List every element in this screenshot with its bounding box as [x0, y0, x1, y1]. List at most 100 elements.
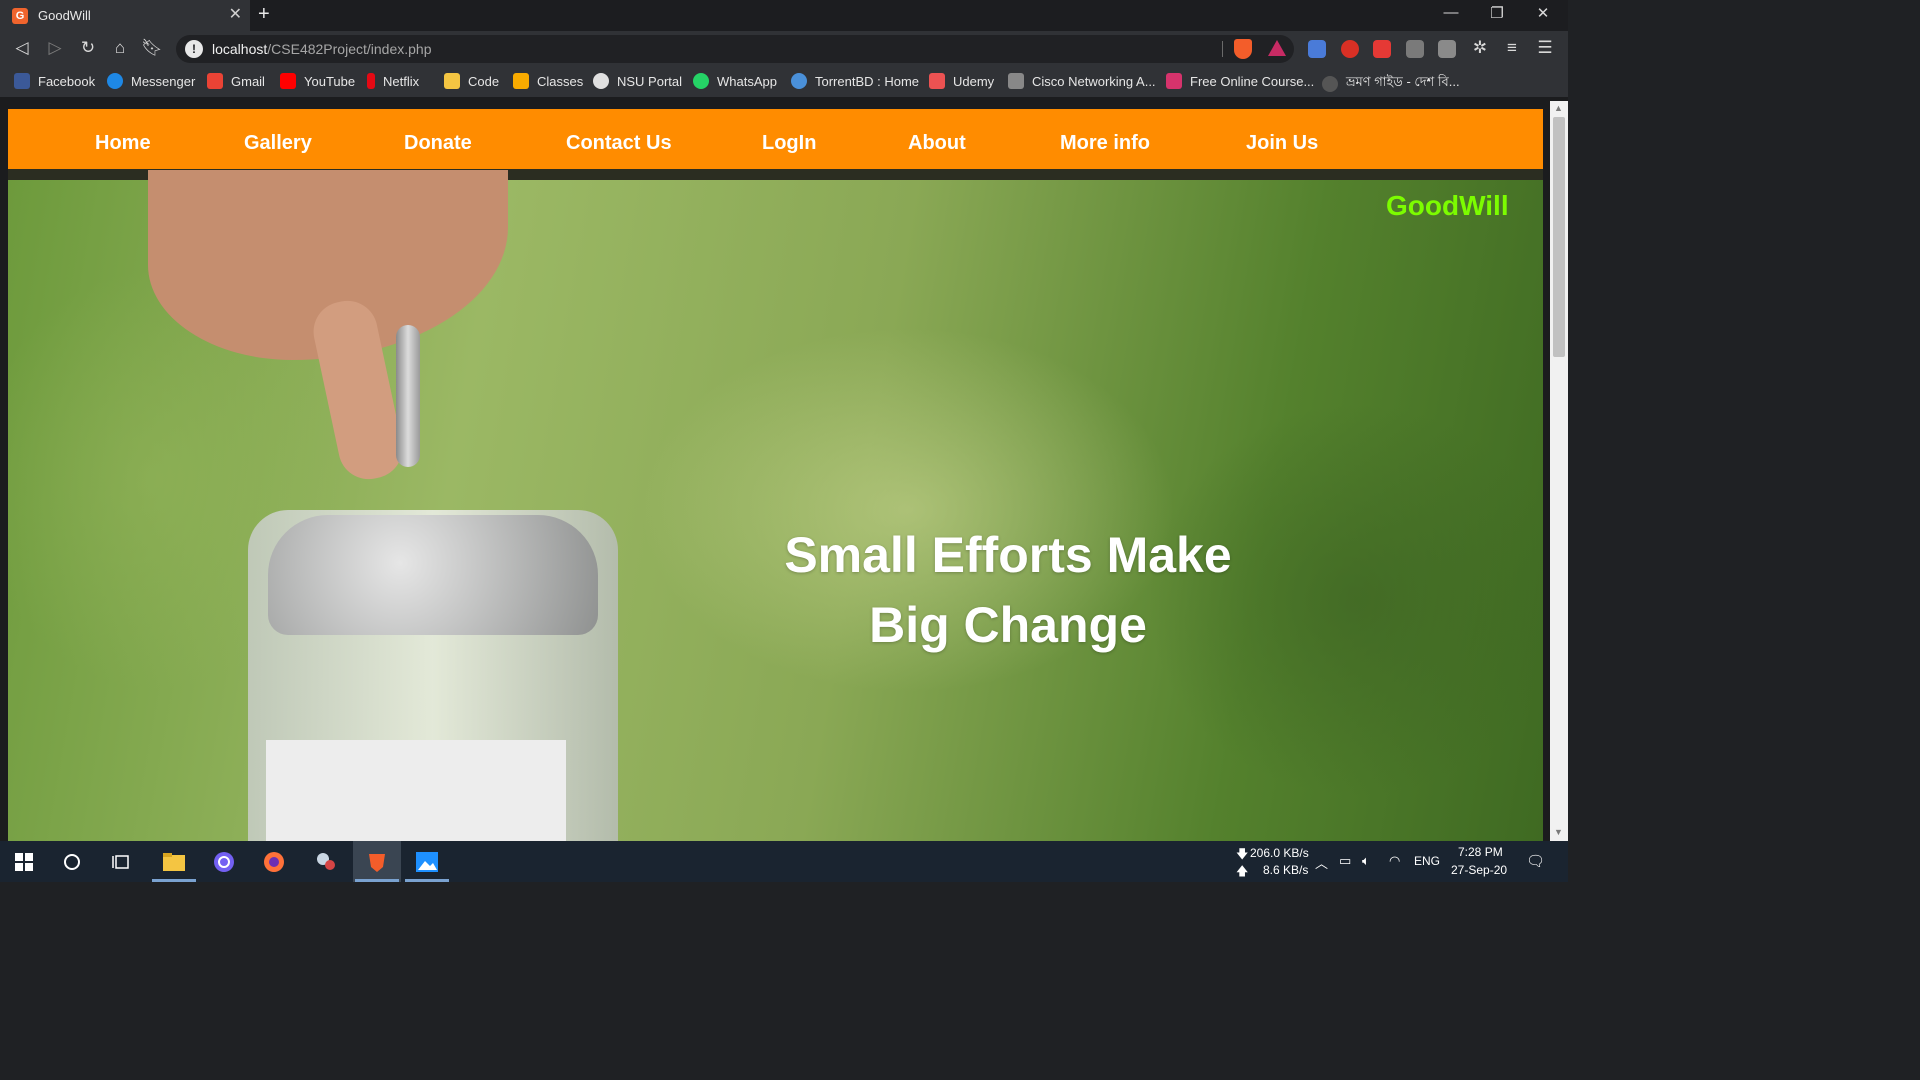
- bookmark-netflix[interactable]: Netflix: [367, 73, 419, 89]
- search-button[interactable]: [48, 841, 96, 882]
- nav-donate[interactable]: Donate: [404, 132, 472, 155]
- volume-icon[interactable]: 🔈︎: [1362, 853, 1370, 869]
- bookmark-torrentbd[interactable]: TorrentBD : Home: [791, 73, 919, 89]
- folder-icon: [163, 852, 185, 871]
- restore-icon[interactable]: ❐: [1474, 4, 1520, 22]
- brave-rewards-icon[interactable]: [1268, 40, 1286, 56]
- taskbar-snipping-tool[interactable]: [302, 841, 350, 882]
- udemy-icon: [929, 73, 945, 89]
- tab-goodwill[interactable]: G GoodWill ✕: [0, 0, 250, 31]
- back-icon[interactable]: ◁: [10, 38, 34, 58]
- hero-banner: GoodWill Small Efforts Make Big Change: [8, 170, 1543, 841]
- whatsapp-icon: [693, 73, 709, 89]
- bookmark-udemy[interactable]: Udemy: [929, 73, 994, 89]
- brave-shield-icon[interactable]: [1234, 39, 1252, 59]
- photos-icon: [416, 851, 438, 872]
- site-navbar: Home Gallery Donate Contact Us LogIn Abo…: [8, 109, 1543, 169]
- torrentbd-icon: [791, 73, 807, 89]
- nav-join-us[interactable]: Join Us: [1246, 132, 1318, 155]
- nav-more-info[interactable]: More info: [1060, 132, 1150, 155]
- taskbar-photos[interactable]: [403, 841, 451, 882]
- facebook-icon: [14, 73, 30, 89]
- scroll-down-icon[interactable]: ▼: [1554, 827, 1563, 837]
- battery-icon[interactable]: ▭: [1339, 853, 1351, 869]
- youtube-icon: [280, 73, 296, 89]
- jar-label-illustration: [266, 740, 566, 841]
- language-indicator[interactable]: ENG: [1414, 854, 1440, 868]
- address-bar[interactable]: ! localhost/CSE482Project/index.php: [176, 35, 1294, 63]
- address-bar-divider: [1222, 41, 1223, 57]
- download-ext-icon[interactable]: [1438, 40, 1456, 58]
- messenger-icon: [107, 73, 123, 89]
- classroom-icon: [513, 73, 529, 89]
- cisco-icon: [1008, 73, 1024, 89]
- start-button[interactable]: [0, 841, 48, 882]
- bookmark-nsu-portal[interactable]: NSU Portal: [593, 73, 682, 89]
- browser-titlebar: G GoodWill ✕ + — ❐ ✕: [0, 0, 1568, 31]
- folder-icon: [444, 73, 460, 89]
- bookmark-gmail[interactable]: Gmail: [207, 73, 265, 89]
- bookmark-icon[interactable]: 🔖︎: [140, 38, 164, 58]
- globe-icon: [593, 73, 609, 89]
- clock-time[interactable]: 7:28 PM: [1458, 845, 1503, 859]
- nav-home[interactable]: Home: [95, 132, 151, 155]
- site-info-icon[interactable]: !: [185, 40, 203, 58]
- nav-login[interactable]: LogIn: [762, 132, 816, 155]
- media-playlist-icon[interactable]: ≡: [1500, 38, 1524, 58]
- clock-date[interactable]: 27-Sep-20: [1451, 863, 1507, 877]
- google-translate-icon[interactable]: [1308, 40, 1326, 58]
- scroll-up-icon[interactable]: ▲: [1554, 103, 1563, 113]
- course-icon: [1166, 73, 1182, 89]
- menu-icon[interactable]: ☰: [1533, 38, 1557, 58]
- tab-close-icon[interactable]: ✕: [229, 6, 242, 24]
- tab-favicon-icon: G: [12, 7, 28, 24]
- copy-ext-icon[interactable]: [1406, 40, 1424, 58]
- firefox-icon: [264, 851, 284, 872]
- brave-lion-icon: [369, 853, 385, 872]
- reload-icon[interactable]: ↻: [76, 38, 100, 58]
- video-ext-icon[interactable]: [1373, 40, 1391, 58]
- minimize-icon[interactable]: —: [1428, 4, 1474, 21]
- net-up-speed: 8.6 KB/s: [1263, 863, 1309, 877]
- task-view-icon: [112, 854, 129, 869]
- extensions-puzzle-icon[interactable]: ✲: [1468, 38, 1492, 58]
- webpage: Home Gallery Donate Contact Us LogIn Abo…: [8, 109, 1543, 841]
- home-icon[interactable]: ⌂: [108, 38, 132, 58]
- scroll-thumb[interactable]: [1553, 117, 1565, 357]
- browser-toolbar: ◁ ▷ ↻ ⌂ 🔖︎ ! localhost/CSE482Project/ind…: [0, 31, 1568, 67]
- adblock-icon[interactable]: [1341, 40, 1359, 58]
- show-hidden-icons-chevron-icon[interactable]: ︿: [1315, 853, 1328, 872]
- new-tab-button[interactable]: +: [258, 3, 270, 26]
- wifi-icon[interactable]: ◠: [1389, 853, 1400, 869]
- nav-contact-us[interactable]: Contact Us: [566, 132, 672, 155]
- gmail-icon: [207, 73, 223, 89]
- map-pin-icon: [1322, 75, 1338, 92]
- bookmark-messenger[interactable]: Messenger: [107, 73, 195, 89]
- bookmark-youtube[interactable]: YouTube: [280, 73, 355, 89]
- snipping-tool-icon: [317, 852, 335, 870]
- bookmark-whatsapp[interactable]: WhatsApp: [693, 73, 777, 89]
- brand-logo[interactable]: GoodWill: [1386, 190, 1509, 222]
- bookmark-travel-guide[interactable]: ভ্রমণ গাইড - দেশ বি...: [1322, 73, 1460, 94]
- netflix-icon: [367, 73, 375, 89]
- nav-about[interactable]: About: [908, 132, 966, 155]
- taskbar-firefox[interactable]: [250, 841, 298, 882]
- bookmark-free-online-course[interactable]: Free Online Course...: [1166, 73, 1314, 89]
- taskbar-file-explorer[interactable]: [150, 841, 198, 882]
- task-view-button[interactable]: [98, 841, 146, 882]
- bookmark-facebook[interactable]: Facebook: [14, 73, 95, 89]
- forward-icon[interactable]: ▷: [43, 38, 67, 58]
- jar-coins-illustration: [268, 515, 598, 635]
- notification-center-icon[interactable]: 🗨︎: [1526, 852, 1545, 870]
- close-window-icon[interactable]: ✕: [1520, 4, 1566, 22]
- windows-logo-icon: [15, 852, 33, 871]
- taskbar-viber[interactable]: [200, 841, 248, 882]
- hero-headline: Small Efforts Make Big Change: [748, 520, 1268, 660]
- bookmark-code[interactable]: Code: [444, 73, 499, 89]
- coin-illustration: [396, 325, 420, 467]
- bookmark-cisco[interactable]: Cisco Networking A...: [1008, 73, 1156, 89]
- taskbar-brave[interactable]: [353, 841, 401, 882]
- nav-gallery[interactable]: Gallery: [244, 132, 312, 155]
- bookmark-classes[interactable]: Classes: [513, 73, 583, 89]
- page-scrollbar[interactable]: ▲ ▼: [1550, 101, 1568, 841]
